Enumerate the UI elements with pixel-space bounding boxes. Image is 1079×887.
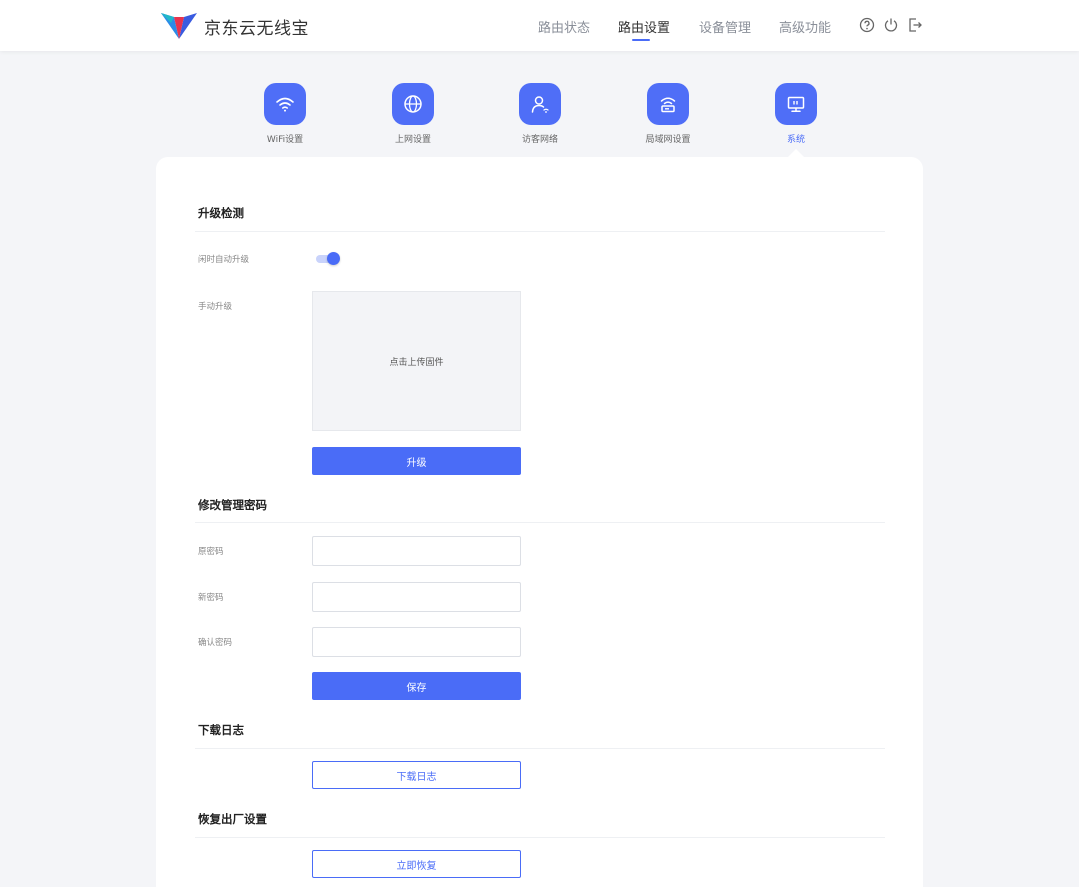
active-category-pointer — [787, 149, 805, 158]
divider — [195, 231, 885, 232]
guest-icon — [531, 96, 549, 113]
factory-reset-button[interactable]: 立即恢复 — [312, 850, 521, 878]
nav-advanced-features[interactable]: 高级功能 — [779, 17, 831, 36]
manual-upgrade-label: 手动升级 — [198, 302, 233, 312]
old-password-label: 原密码 — [198, 547, 224, 557]
nav-router-settings[interactable]: 路由设置 — [618, 17, 670, 36]
globe-icon-tile — [392, 83, 434, 125]
nav-device-management[interactable]: 设备管理 — [699, 17, 751, 36]
wifi-icon — [276, 97, 294, 112]
category-system[interactable]: 系统 — [756, 83, 836, 145]
active-nav-indicator — [632, 39, 650, 41]
system-monitor-icon-tile — [775, 83, 817, 125]
category-lan-settings[interactable]: 局域网设置 — [628, 83, 708, 145]
logout-icon[interactable] — [907, 17, 923, 33]
new-password-label: 新密码 — [198, 593, 224, 603]
category-label: WiFi设置 — [266, 135, 304, 145]
category-label: 上网设置 — [394, 135, 431, 145]
firmware-upload-area[interactable]: 点击上传固件 — [312, 291, 521, 431]
auto-upgrade-label: 闲时自动升级 — [198, 255, 250, 265]
guest-icon-tile — [519, 83, 561, 125]
reset-section-title: 恢复出厂设置 — [198, 812, 267, 826]
power-icon[interactable] — [883, 17, 899, 33]
confirm-password-label: 确认密码 — [198, 638, 233, 648]
brand-name: 京东云无线宝 — [204, 19, 309, 39]
old-password-input[interactable] — [312, 536, 521, 566]
top-bar: 京东云无线宝 路由状态 路由设置 设备管理 高级功能 — [0, 0, 1079, 51]
confirm-password-input[interactable] — [312, 627, 521, 657]
save-password-button[interactable]: 保存 — [312, 672, 521, 700]
divider — [195, 748, 885, 749]
globe-icon — [404, 95, 422, 113]
category-label: 访客网络 — [521, 135, 558, 145]
wifi-icon-tile — [264, 83, 306, 125]
upgrade-button[interactable]: 升级 — [312, 447, 521, 475]
jd-cloud-logo-icon — [161, 13, 197, 39]
upgrade-section-title: 升级检测 — [198, 206, 244, 220]
category-guest-network[interactable]: 访客网络 — [500, 83, 580, 145]
auto-upgrade-toggle[interactable] — [316, 252, 340, 266]
lan-router-icon — [660, 97, 676, 113]
category-wifi[interactable]: WiFi设置 — [245, 83, 325, 145]
category-internet[interactable]: 上网设置 — [373, 83, 453, 145]
upload-text: 点击上传固件 — [389, 357, 444, 368]
system-monitor-icon — [787, 96, 805, 113]
divider — [195, 522, 885, 523]
help-icon[interactable] — [859, 17, 875, 33]
new-password-input[interactable] — [312, 582, 521, 612]
toggle-knob — [327, 252, 340, 265]
category-label: 系统 — [786, 135, 805, 145]
lan-router-icon-tile — [647, 83, 689, 125]
nav-router-status[interactable]: 路由状态 — [538, 17, 590, 36]
logs-section-title: 下载日志 — [198, 723, 244, 737]
divider — [195, 837, 885, 838]
category-label: 局域网设置 — [645, 135, 691, 145]
download-logs-button[interactable]: 下载日志 — [312, 761, 521, 789]
password-section-title: 修改管理密码 — [198, 498, 267, 512]
